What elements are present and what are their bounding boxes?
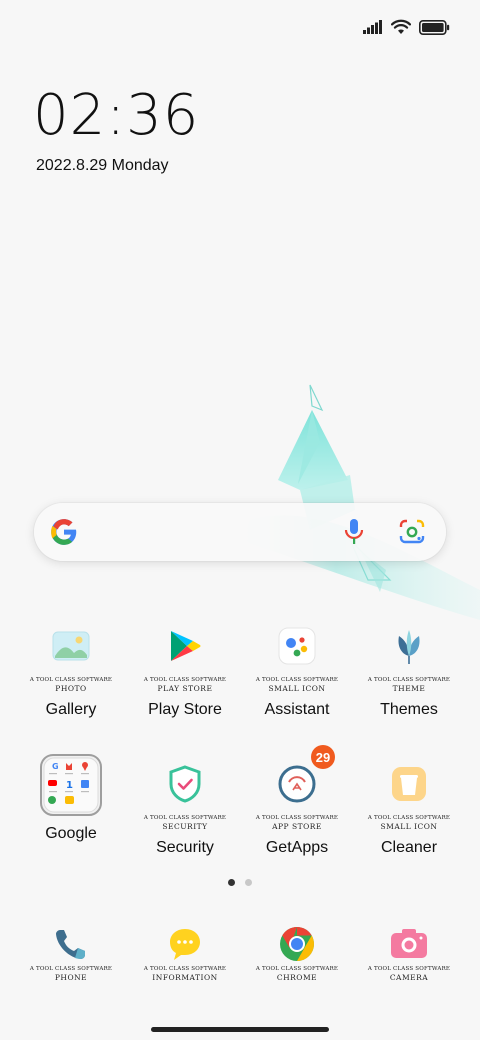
home-gesture-bar[interactable] [151, 1027, 329, 1032]
app-label: Themes [380, 701, 438, 718]
app-subtitle: CHROME [276, 973, 318, 982]
svg-text:1: 1 [66, 780, 73, 791]
app-subtitle: PHOTO [55, 684, 87, 693]
google-folder-icon: G 1 [40, 754, 102, 816]
microphone-icon[interactable] [342, 518, 366, 546]
app-label: Play Store [148, 701, 222, 718]
app-tagline: A TOOL CLASS SOFTWARE [367, 966, 451, 972]
app-tagline: A TOOL CLASS SOFTWARE [29, 966, 113, 972]
app-tagline: A TOOL CLASS SOFTWARE [367, 677, 451, 683]
app-assistant[interactable]: A TOOL CLASS SOFTWARE SMALL ICON Assista… [241, 615, 353, 720]
app-tagline: A TOOL CLASS SOFTWARE [255, 677, 339, 683]
app-tagline: A TOOL CLASS SOFTWARE [143, 966, 227, 972]
app-tagline: A TOOL CLASS SOFTWARE [255, 815, 339, 821]
gallery-icon [52, 631, 90, 661]
app-label: Cleaner [380, 839, 438, 856]
getapps-icon [278, 765, 316, 803]
app-label: Assistant [264, 701, 330, 718]
google-lens-icon[interactable] [398, 519, 426, 545]
dock-messaging[interactable]: A TOOL CLASS SOFTWARE INFORMATION [129, 922, 241, 983]
app-subtitle: SMALL ICON [380, 822, 438, 831]
app-security[interactable]: A TOOL CLASS SOFTWARE SECURITY Security [129, 753, 241, 858]
camera-icon [391, 929, 427, 958]
app-tagline: A TOOL CLASS SOFTWARE [143, 815, 227, 821]
clock-date[interactable]: 2022.8.29 Monday [36, 157, 169, 175]
app-subtitle: SMALL ICON [268, 684, 326, 693]
phone-icon [56, 930, 85, 959]
app-gallery[interactable]: A TOOL CLASS SOFTWARE PHOTO Gallery [15, 615, 127, 720]
dock-chrome[interactable]: A TOOL CLASS SOFTWARE CHROME [241, 922, 353, 983]
signal-bars-icon [363, 20, 382, 34]
google-g-icon [51, 519, 77, 545]
app-themes[interactable]: A TOOL CLASS SOFTWARE THEME Themes [353, 615, 465, 720]
app-google-folder[interactable]: G 1 Google [15, 753, 127, 844]
page-dot-active [228, 879, 235, 886]
page-indicator [228, 879, 252, 886]
page-dot [245, 879, 252, 886]
svg-text:G: G [52, 762, 59, 771]
dock-phone[interactable]: A TOOL CLASS SOFTWARE PHONE [15, 922, 127, 983]
dock-camera[interactable]: A TOOL CLASS SOFTWARE CAMERA [353, 922, 465, 983]
app-subtitle: PLAY STORE [157, 684, 213, 693]
chrome-icon [280, 927, 314, 961]
assistant-icon [278, 627, 316, 665]
message-bubble-icon [170, 929, 200, 960]
app-label: Gallery [45, 701, 97, 718]
clock-time[interactable]: 02:36 [33, 88, 199, 144]
app-tagline: A TOOL CLASS SOFTWARE [29, 677, 113, 683]
app-play-store[interactable]: A TOOL CLASS SOFTWARE PLAY STORE Play St… [129, 615, 241, 720]
security-shield-icon [169, 765, 201, 803]
app-tagline: A TOOL CLASS SOFTWARE [255, 966, 339, 972]
app-tagline: A TOOL CLASS SOFTWARE [367, 815, 451, 821]
app-label: Security [156, 839, 214, 856]
app-label: GetApps [265, 839, 329, 856]
app-subtitle: CAMERA [389, 973, 429, 982]
cleaner-trash-icon [392, 767, 426, 801]
app-subtitle: SECURITY [162, 822, 208, 831]
app-subtitle: INFORMATION [152, 973, 218, 982]
app-label: Google [45, 825, 97, 842]
app-tagline: A TOOL CLASS SOFTWARE [143, 677, 227, 683]
battery-icon [419, 19, 450, 35]
status-bar [363, 14, 450, 40]
app-subtitle: PHONE [54, 973, 88, 982]
google-search-bar[interactable] [34, 503, 446, 561]
app-subtitle: THEME [392, 684, 426, 693]
play-store-icon [171, 631, 201, 661]
app-subtitle: APP STORE [272, 822, 322, 831]
themes-icon [398, 630, 420, 664]
notification-badge: 29 [311, 745, 335, 769]
app-cleaner[interactable]: A TOOL CLASS SOFTWARE SMALL ICON Cleaner [353, 753, 465, 858]
app-getapps[interactable]: 29 A TOOL CLASS SOFTWARE APP STORE GetAp… [241, 745, 353, 858]
wifi-icon [391, 19, 411, 34]
